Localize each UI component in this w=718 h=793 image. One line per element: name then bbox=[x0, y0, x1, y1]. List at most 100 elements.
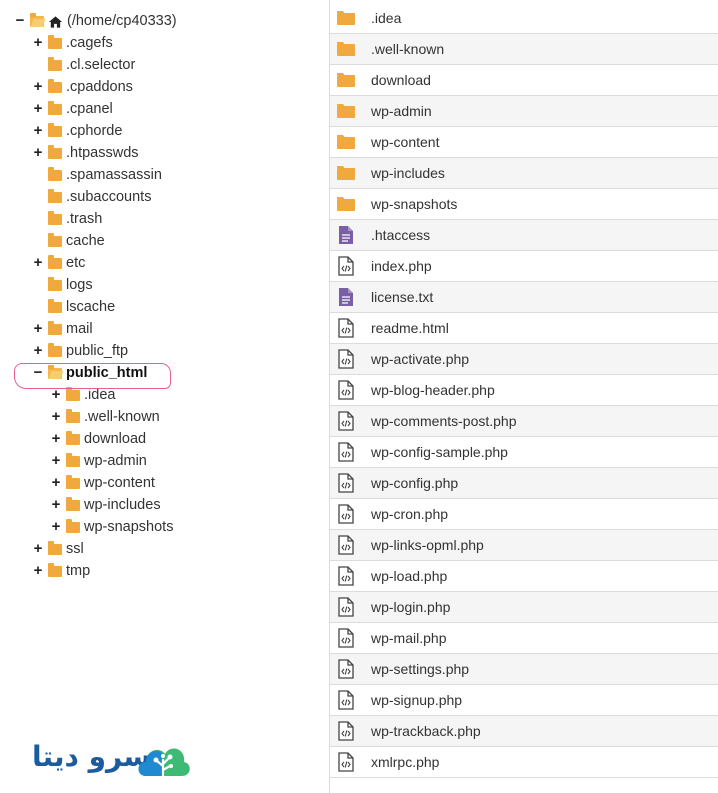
tree-item[interactable]: + .cpanel bbox=[32, 98, 113, 120]
file-name[interactable]: wp-snapshots bbox=[371, 196, 457, 212]
expand-toggle[interactable]: + bbox=[32, 538, 44, 560]
tree-item-label[interactable]: download bbox=[84, 428, 146, 450]
file-name[interactable]: wp-trackback.php bbox=[371, 723, 481, 739]
tree-item-label[interactable]: tmp bbox=[66, 560, 90, 582]
file-row[interactable]: xmlrpc.php bbox=[330, 747, 718, 778]
expand-toggle[interactable]: + bbox=[32, 340, 44, 362]
tree-item[interactable]: lscache bbox=[32, 296, 115, 318]
tree-item-label[interactable]: lscache bbox=[66, 296, 115, 318]
file-row[interactable]: wp-activate.php bbox=[330, 344, 718, 375]
file-name[interactable]: wp-content bbox=[371, 134, 439, 150]
tree-item[interactable]: .subaccounts bbox=[32, 186, 151, 208]
expand-toggle[interactable]: + bbox=[50, 450, 62, 472]
tree-item-label[interactable]: mail bbox=[66, 318, 93, 340]
tree-item[interactable]: .cl.selector bbox=[32, 54, 135, 76]
tree-item-label[interactable]: etc bbox=[66, 252, 85, 274]
tree-item[interactable]: .trash bbox=[32, 208, 102, 230]
file-name[interactable]: download bbox=[371, 72, 431, 88]
file-row[interactable]: index.php bbox=[330, 251, 718, 282]
file-row[interactable]: wp-config-sample.php bbox=[330, 437, 718, 468]
expand-toggle[interactable]: + bbox=[32, 76, 44, 98]
tree-item[interactable]: + .cphorde bbox=[32, 120, 123, 142]
file-name[interactable]: wp-signup.php bbox=[371, 692, 462, 708]
file-row[interactable]: wp-includes bbox=[330, 158, 718, 189]
tree-item[interactable]: + .cagefs bbox=[32, 32, 113, 54]
tree-item-label[interactable]: .cagefs bbox=[66, 32, 113, 54]
tree-item[interactable]: + wp-includes bbox=[50, 494, 161, 516]
tree-item-label[interactable]: .cl.selector bbox=[66, 54, 135, 76]
file-row[interactable]: wp-comments-post.php bbox=[330, 406, 718, 437]
file-name[interactable]: .well-known bbox=[371, 41, 444, 57]
file-row[interactable]: wp-config.php bbox=[330, 468, 718, 499]
tree-item-label[interactable]: ssl bbox=[66, 538, 84, 560]
file-row[interactable]: .well-known bbox=[330, 34, 718, 65]
tree-item[interactable]: + wp-content bbox=[50, 472, 155, 494]
file-row[interactable]: wp-content bbox=[330, 127, 718, 158]
file-name[interactable]: wp-config.php bbox=[371, 475, 458, 491]
tree-item-label[interactable]: .cpaddons bbox=[66, 76, 133, 98]
tree-item[interactable]: cache bbox=[32, 230, 105, 252]
file-name[interactable]: wp-cron.php bbox=[371, 506, 448, 522]
tree-item[interactable]: logs bbox=[32, 274, 93, 296]
file-name[interactable]: wp-admin bbox=[371, 103, 432, 119]
expand-toggle[interactable]: + bbox=[32, 120, 44, 142]
tree-item-label[interactable]: .well-known bbox=[84, 406, 160, 428]
collapse-toggle[interactable]: − bbox=[14, 10, 26, 32]
file-name[interactable]: wp-settings.php bbox=[371, 661, 469, 677]
file-row[interactable]: license.txt bbox=[330, 282, 718, 313]
tree-root[interactable]: − (/home/cp40333) bbox=[14, 10, 177, 32]
tree-item-label[interactable]: public_ftp bbox=[66, 340, 128, 362]
file-name[interactable]: wp-load.php bbox=[371, 568, 447, 584]
file-row[interactable]: wp-login.php bbox=[330, 592, 718, 623]
file-name[interactable]: index.php bbox=[371, 258, 432, 274]
tree-item-label[interactable]: .subaccounts bbox=[66, 186, 151, 208]
tree-item[interactable]: + wp-snapshots bbox=[50, 516, 174, 538]
file-row[interactable]: wp-admin bbox=[330, 96, 718, 127]
tree-item-label[interactable]: .cpanel bbox=[66, 98, 113, 120]
tree-item[interactable]: + public_ftp bbox=[32, 340, 128, 362]
tree-item[interactable]: + wp-admin bbox=[50, 450, 147, 472]
file-name[interactable]: wp-blog-header.php bbox=[371, 382, 495, 398]
file-row[interactable]: wp-snapshots bbox=[330, 189, 718, 220]
tree-item[interactable]: + tmp bbox=[32, 560, 91, 582]
file-row[interactable]: wp-links-opml.php bbox=[330, 530, 718, 561]
file-name[interactable]: wp-config-sample.php bbox=[371, 444, 508, 460]
file-row[interactable]: wp-trackback.php bbox=[330, 716, 718, 747]
expand-toggle[interactable]: + bbox=[32, 560, 44, 582]
expand-toggle[interactable]: + bbox=[32, 32, 44, 54]
tree-item-label[interactable]: .spamassassin bbox=[66, 164, 162, 186]
file-name[interactable]: wp-login.php bbox=[371, 599, 450, 615]
tree-item[interactable]: + .cpaddons bbox=[32, 76, 133, 98]
file-row[interactable]: .idea bbox=[330, 3, 718, 34]
tree-item-label[interactable]: .htpasswds bbox=[66, 142, 139, 164]
expand-toggle[interactable]: + bbox=[32, 98, 44, 120]
expand-toggle[interactable]: + bbox=[32, 318, 44, 340]
tree-item[interactable]: + .well-known bbox=[50, 406, 160, 428]
file-name[interactable]: xmlrpc.php bbox=[371, 754, 439, 770]
file-name[interactable]: wp-comments-post.php bbox=[371, 413, 517, 429]
expand-toggle[interactable]: + bbox=[50, 472, 62, 494]
file-row[interactable]: wp-signup.php bbox=[330, 685, 718, 716]
file-name[interactable]: .htaccess bbox=[371, 227, 430, 243]
file-row[interactable]: .htaccess bbox=[330, 220, 718, 251]
tree-item-label[interactable]: logs bbox=[66, 274, 93, 296]
tree-item[interactable]: + ssl bbox=[32, 538, 84, 560]
file-row[interactable]: wp-settings.php bbox=[330, 654, 718, 685]
expand-toggle[interactable]: + bbox=[50, 406, 62, 428]
expand-toggle[interactable]: + bbox=[50, 428, 62, 450]
file-name[interactable]: wp-links-opml.php bbox=[371, 537, 484, 553]
file-row[interactable]: wp-load.php bbox=[330, 561, 718, 592]
expand-toggle[interactable]: + bbox=[50, 516, 62, 538]
tree-item-label[interactable]: .cphorde bbox=[66, 120, 122, 142]
tree-item-label[interactable]: wp-admin bbox=[84, 450, 147, 472]
file-name[interactable]: wp-activate.php bbox=[371, 351, 469, 367]
tree-item-label[interactable]: wp-includes bbox=[84, 494, 161, 516]
tree-item[interactable]: + .htpasswds bbox=[32, 142, 139, 164]
file-row[interactable]: wp-blog-header.php bbox=[330, 375, 718, 406]
file-name[interactable]: wp-mail.php bbox=[371, 630, 446, 646]
tree-item[interactable]: + download bbox=[50, 428, 146, 450]
file-row[interactable]: download bbox=[330, 65, 718, 96]
file-name[interactable]: wp-includes bbox=[371, 165, 445, 181]
expand-toggle[interactable]: + bbox=[32, 142, 44, 164]
tree-item-label[interactable]: wp-snapshots bbox=[84, 516, 173, 538]
